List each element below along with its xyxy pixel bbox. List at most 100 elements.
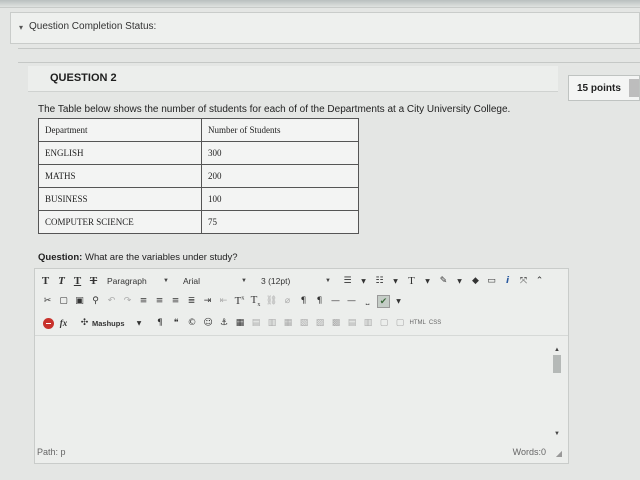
superscript-icon[interactable]: Tx — [233, 295, 246, 307]
toolbar-row-3: fx ✣ Mashups ▼ ¶ ❝ © ☺ ⚓ ▦ ▤ ▥ ▦ ▧ ▨ ▩ ▤… — [35, 313, 568, 333]
table-col-icon[interactable]: ▥ — [266, 318, 279, 328]
word-count: Words:0 — [512, 447, 546, 457]
font-select[interactable]: Arial ▼ — [179, 274, 251, 288]
font-size-select-value: 3 (12pt) — [261, 276, 291, 286]
sub-question-label: Question: — [38, 252, 83, 263]
table-delete-icon[interactable]: ▩ — [330, 318, 343, 328]
toolbar-row-1: T T T T Paragraph ▼ Arial ▼ 3 (12pt) ▼ ☰ ▼ … — [35, 271, 568, 291]
completion-status-label: Question Completion Status: — [29, 21, 157, 32]
dropdown-arrow-icon[interactable]: ▼ — [389, 278, 402, 285]
text-color-icon[interactable]: T — [405, 275, 418, 287]
table-header-row: Department Number of Students — [38, 118, 359, 142]
unlink-icon[interactable]: ⌀ — [281, 296, 294, 306]
scroll-up-icon[interactable]: ▲ — [554, 347, 560, 353]
table-cell: COMPUTER SCIENCE — [38, 210, 202, 234]
table-cell: 300 — [201, 141, 359, 165]
resize-grip-icon[interactable]: ◢ — [556, 449, 562, 458]
table-cell: 75 — [201, 210, 359, 234]
numbered-list-icon[interactable]: ☷ — [373, 276, 386, 286]
paragraph-mark-icon[interactable]: ¶ — [154, 318, 167, 328]
dropdown-arrow-icon[interactable]: ▼ — [133, 320, 146, 327]
monitor-icon[interactable]: ▭ — [485, 276, 498, 286]
rich-text-editor: T T T T Paragraph ▼ Arial ▼ 3 (12pt) ▼ ☰ ▼ … — [34, 268, 569, 464]
scroll-thumb[interactable] — [553, 355, 561, 373]
rtl-icon[interactable]: ¶ — [313, 296, 326, 306]
html-button[interactable]: HTML — [410, 320, 426, 326]
table-insert-icon[interactable]: ▥ — [362, 318, 375, 328]
horizontal-rule-icon[interactable]: — — [329, 296, 342, 306]
spellcheck-icon[interactable]: ✔ — [377, 294, 390, 308]
box-icon[interactable]: ▢ — [394, 318, 407, 328]
underline-button[interactable]: T — [71, 275, 84, 287]
align-justify-icon[interactable]: ≣ — [185, 296, 198, 306]
editor-scrollbar[interactable]: ▲ ▼ — [552, 347, 562, 437]
copy-icon[interactable]: ▢ — [57, 296, 70, 306]
divider — [18, 62, 640, 63]
text-format-button[interactable]: T — [39, 275, 52, 287]
dropdown-arrow-icon: ▼ — [241, 278, 247, 284]
table-icon[interactable]: ▦ — [234, 318, 247, 328]
outdent-icon[interactable]: ⇤ — [217, 296, 230, 306]
align-left-icon[interactable]: ≡ — [137, 296, 150, 306]
table-row: MATHS 200 — [38, 164, 359, 188]
formula-button[interactable]: fx — [57, 318, 70, 328]
paste-icon[interactable]: ▣ — [73, 296, 86, 306]
info-icon[interactable]: i — [501, 276, 514, 286]
font-size-select[interactable]: 3 (12pt) ▼ — [257, 274, 335, 288]
eraser-icon[interactable]: ◆ — [469, 276, 482, 286]
emoticon-icon[interactable]: ☺ — [202, 318, 215, 328]
points-box: 15 points — [568, 75, 640, 101]
table-cell: MATHS — [38, 164, 202, 188]
blank-icon[interactable]: ⎵ — [361, 296, 374, 306]
table-cell: BUSINESS — [38, 187, 202, 211]
points-tab — [629, 79, 639, 97]
undo-icon[interactable]: ↶ — [105, 296, 118, 306]
align-right-icon[interactable]: ≡ — [169, 296, 182, 306]
strikethrough-button[interactable]: T — [87, 275, 100, 287]
redo-icon[interactable]: ↷ — [121, 296, 134, 306]
completion-status-panel[interactable]: ▾ Question Completion Status: — [10, 12, 640, 44]
link-icon[interactable]: ⛓ — [265, 296, 278, 306]
font-select-value: Arial — [183, 276, 201, 286]
collapse-toolbar-icon[interactable]: ⌃ — [533, 276, 546, 286]
add-content-icon[interactable] — [43, 317, 54, 329]
cut-icon[interactable]: ✂ — [41, 296, 54, 306]
indent-icon[interactable]: ⇥ — [201, 296, 214, 306]
dropdown-arrow-icon[interactable]: ▼ — [453, 278, 466, 285]
department-table: Department Number of Students ENGLISH 30… — [38, 118, 359, 234]
table-props-icon[interactable]: ▤ — [346, 318, 359, 328]
scroll-down-icon[interactable]: ▼ — [554, 431, 560, 437]
bullet-list-icon[interactable]: ☰ — [341, 276, 354, 286]
align-center-icon[interactable]: ≡ — [153, 296, 166, 306]
collapse-caret-icon[interactable]: ▾ — [19, 23, 23, 32]
copyright-icon[interactable]: © — [186, 318, 199, 328]
table-row-icon[interactable]: ▤ — [250, 318, 263, 328]
answer-text-area[interactable] — [35, 335, 568, 437]
ltr-icon[interactable]: ¶ — [297, 296, 310, 306]
table-split-icon[interactable]: ▨ — [314, 318, 327, 328]
top-strip — [0, 0, 640, 8]
find-icon[interactable]: ⚲ — [89, 296, 102, 306]
dropdown-arrow-icon[interactable]: ▼ — [357, 278, 370, 285]
highlight-pen-icon[interactable]: ✎ — [437, 276, 450, 286]
fullscreen-icon[interactable]: ⤧ — [517, 276, 530, 286]
table-merge-icon[interactable]: ▧ — [298, 318, 311, 328]
dropdown-arrow-icon[interactable]: ▼ — [421, 278, 434, 285]
dropdown-arrow-icon: ▼ — [325, 278, 331, 284]
points-label: 15 points — [577, 83, 621, 94]
italic-button[interactable]: T — [55, 275, 68, 287]
subscript-icon[interactable]: Tx — [249, 294, 262, 308]
element-path: Path: p — [37, 447, 66, 457]
quote-icon[interactable]: ❝ — [170, 318, 183, 328]
table-cell: ENGLISH — [38, 141, 202, 165]
divider — [18, 48, 640, 49]
paragraph-select[interactable]: Paragraph ▼ — [103, 274, 173, 288]
anchor-icon[interactable]: ⚓ — [218, 318, 231, 328]
table-cell-icon[interactable]: ▦ — [282, 318, 295, 328]
table-row: COMPUTER SCIENCE 75 — [38, 210, 359, 234]
mashups-select[interactable]: Mashups — [92, 319, 125, 328]
box-icon[interactable]: ▢ — [378, 318, 391, 328]
css-button[interactable]: CSS — [429, 320, 441, 326]
dropdown-arrow-icon[interactable]: ▼ — [392, 298, 405, 305]
line-icon[interactable]: — — [345, 296, 358, 306]
